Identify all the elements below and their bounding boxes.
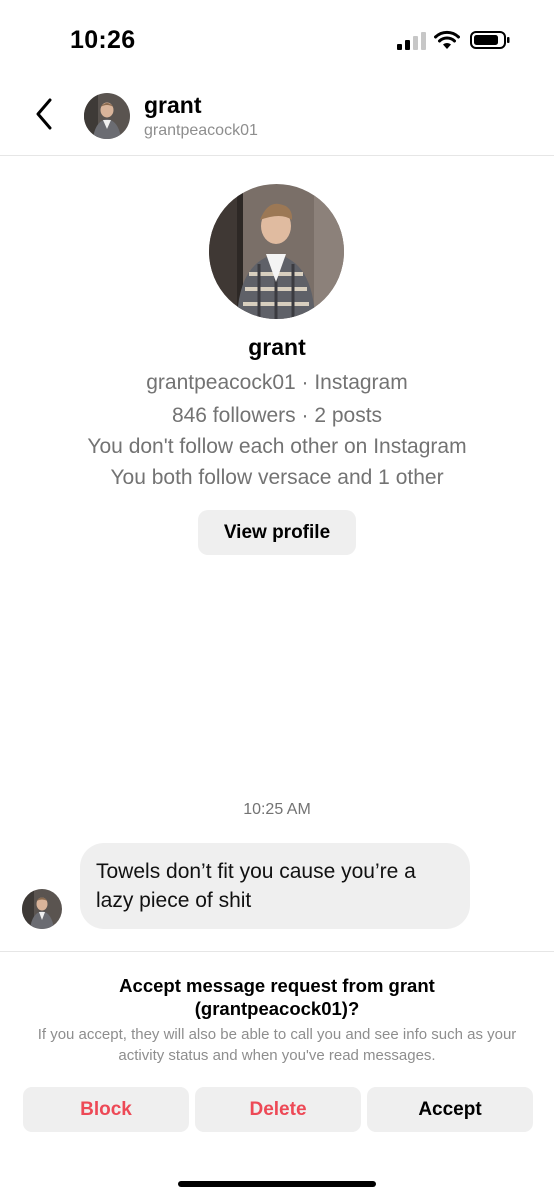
header-username: grantpeacock01 [144,122,258,139]
chevron-left-icon[interactable] [26,92,62,136]
profile-stats-line: 846 followers · 2 posts [171,404,383,427]
profile-account-line: grantpeacock01 · Instagram [146,371,408,394]
sender-avatar[interactable] [22,889,62,929]
message-timestamp: 10:25 AM [243,801,311,818]
profile-mutual-follows: You both follow versace and 1 other [110,466,444,489]
profile-name: grant [248,334,306,360]
request-description: If you accept, they will also be able to… [37,1026,517,1064]
header-name[interactable]: grant [144,92,202,119]
header-avatar[interactable] [84,93,130,139]
message-bubble[interactable]: Towels don’t fit you cause you’re a lazy… [80,843,470,929]
delete-button[interactable]: Delete [195,1087,361,1132]
status-time: 10:26 [70,26,136,54]
profile-avatar[interactable] [209,184,344,319]
message-request-panel: Accept message request from grant (grant… [0,951,554,1201]
status-bar: 10:26 [0,0,554,80]
request-title: Accept message request from grant (grant… [119,975,435,1019]
home-indicator [178,1181,376,1187]
wifi-icon [434,30,460,49]
chat-header: grant grantpeacock01 [0,80,554,156]
signal-icon [397,32,426,50]
profile-follow-status: You don't follow each other on Instagram [87,435,467,458]
block-button[interactable]: Block [23,1087,189,1132]
accept-button[interactable]: Accept [367,1087,533,1132]
battery-icon [470,31,510,49]
view-profile-button[interactable]: View profile [198,510,356,555]
